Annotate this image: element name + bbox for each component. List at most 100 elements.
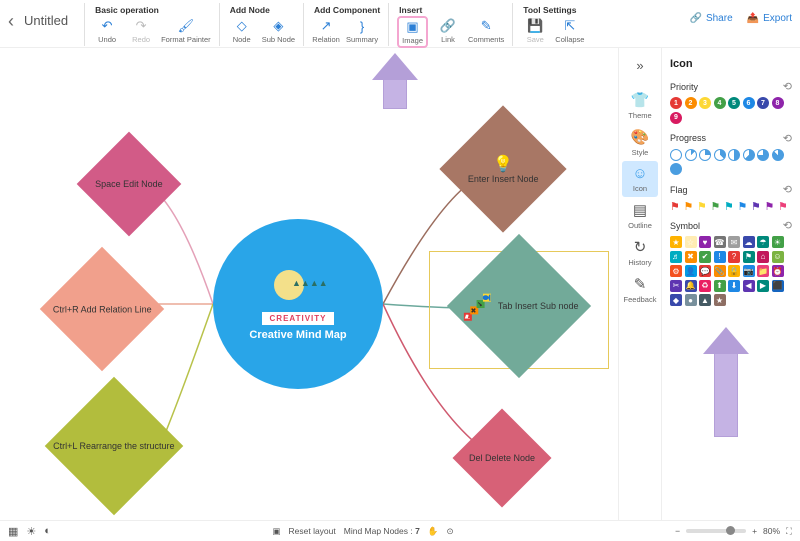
flag-icon[interactable]: ⚑ xyxy=(738,200,749,211)
symbol-icon[interactable]: ! xyxy=(714,251,726,263)
reset-layout-button[interactable]: Reset layout xyxy=(289,526,336,536)
symbol-icon[interactable]: ★ xyxy=(670,236,682,248)
symbol-icon[interactable]: ● xyxy=(685,294,697,306)
priority-icon[interactable]: 9 xyxy=(670,112,682,124)
locate-icon[interactable]: ⊙ xyxy=(446,526,453,537)
symbol-icon[interactable]: ✉ xyxy=(728,236,740,248)
grid-toggle-icon[interactable]: ▦ xyxy=(8,525,18,538)
save-button[interactable]: 💾Save xyxy=(521,18,549,44)
collapse-button[interactable]: ⇱Collapse xyxy=(555,18,584,44)
priority-icon[interactable]: 7 xyxy=(757,97,769,109)
symbol-icon[interactable]: ☺ xyxy=(772,251,784,263)
symbol-icon[interactable]: ☀ xyxy=(772,236,784,248)
symbol-icon[interactable]: 🔔 xyxy=(685,280,697,292)
zoom-out-button[interactable]: − xyxy=(675,526,680,536)
symbol-icon[interactable]: 📁 xyxy=(757,265,769,277)
symbol-icon[interactable]: ⬆ xyxy=(714,280,726,292)
reset-priority-button[interactable]: ⟲ xyxy=(783,80,792,93)
mindmap-canvas[interactable]: Space Edit Node Ctrl+R Add Relation Line… xyxy=(0,48,618,520)
back-button[interactable]: ‹ xyxy=(8,3,24,32)
progress-icon[interactable] xyxy=(670,149,682,161)
format-painter-button[interactable]: 🖌Format Painter xyxy=(161,18,211,44)
flag-icon[interactable]: ⚑ xyxy=(711,200,722,211)
share-button[interactable]: 🔗Share xyxy=(690,13,733,24)
flag-icon[interactable]: ⚑ xyxy=(765,200,776,211)
priority-icon[interactable]: 6 xyxy=(743,97,755,109)
symbol-icon[interactable]: ★ xyxy=(714,294,726,306)
priority-icon[interactable]: 2 xyxy=(685,97,697,109)
flag-icon[interactable]: ⚑ xyxy=(751,200,762,211)
zoom-slider[interactable] xyxy=(686,529,746,533)
flag-icon[interactable]: ⚑ xyxy=(684,200,695,211)
tab-theme[interactable]: 👕Theme xyxy=(622,87,659,124)
brightness-icon[interactable]: ☀ xyxy=(26,525,36,538)
symbol-icon[interactable]: ⏰ xyxy=(772,265,784,277)
tab-style[interactable]: 🎨Style xyxy=(622,124,659,161)
mindmap-node[interactable]: Ctrl+L Rearrange the structure xyxy=(45,377,184,516)
symbol-icon[interactable]: ⬇ xyxy=(728,280,740,292)
priority-icon[interactable]: 1 xyxy=(670,97,682,109)
pan-icon[interactable]: ✋ xyxy=(428,526,439,537)
symbol-icon[interactable]: 👤 xyxy=(685,265,697,277)
mindmap-node[interactable]: ⚑✖✔👤Tab Insert Sub node xyxy=(447,234,591,378)
redo-button[interactable]: ↷Redo xyxy=(127,18,155,44)
symbol-icon[interactable]: ◀ xyxy=(743,280,755,292)
mindmap-center-node[interactable]: ▲▲▲▲ CREATIVITY Creative Mind Map xyxy=(213,219,383,389)
flag-icon[interactable]: ⚑ xyxy=(724,200,735,211)
tab-history[interactable]: ↻History xyxy=(622,234,659,271)
tab-feedback[interactable]: ✎Feedback xyxy=(622,271,659,308)
symbol-icon[interactable]: 📎 xyxy=(714,265,726,277)
symbol-icon[interactable]: ▲ xyxy=(699,294,711,306)
priority-icon[interactable]: 4 xyxy=(714,97,726,109)
progress-icon[interactable] xyxy=(685,149,697,161)
progress-icon[interactable] xyxy=(772,149,784,161)
reset-layout-icon[interactable]: ▣ xyxy=(272,526,280,537)
symbol-icon[interactable]: ✖ xyxy=(685,251,697,263)
export-button[interactable]: 📤Export xyxy=(747,13,792,24)
progress-icon[interactable] xyxy=(670,163,682,175)
flag-icon[interactable]: ⚑ xyxy=(778,200,789,211)
symbol-icon[interactable]: ⬛ xyxy=(772,280,784,292)
symbol-icon[interactable]: ☎ xyxy=(714,236,726,248)
reset-progress-button[interactable]: ⟲ xyxy=(783,132,792,145)
symbol-icon[interactable]: ⌂ xyxy=(757,251,769,263)
symbol-icon[interactable]: 💬 xyxy=(699,265,711,277)
priority-icon[interactable]: 8 xyxy=(772,97,784,109)
node-button[interactable]: ◇Node xyxy=(228,18,256,44)
mindmap-node[interactable]: Space Edit Node xyxy=(77,132,182,237)
reset-symbol-button[interactable]: ⟲ xyxy=(783,219,792,232)
symbol-icon[interactable]: ☁ xyxy=(743,236,755,248)
tab-outline[interactable]: ▤Outline xyxy=(622,197,659,234)
subnode-button[interactable]: ◈Sub Node xyxy=(262,18,295,44)
reset-flag-button[interactable]: ⟲ xyxy=(783,183,792,196)
theme-toggle-icon[interactable]: ◐ xyxy=(44,525,51,538)
progress-icon[interactable] xyxy=(699,149,711,161)
progress-icon[interactable] xyxy=(714,149,726,161)
symbol-icon[interactable]: ☆ xyxy=(685,236,697,248)
comments-button[interactable]: ✎Comments xyxy=(468,18,504,46)
symbol-icon[interactable]: ⚙ xyxy=(670,265,682,277)
priority-icon[interactable]: 3 xyxy=(699,97,711,109)
flag-icon[interactable]: ⚑ xyxy=(697,200,708,211)
mindmap-node[interactable]: 💡Enter Insert Node xyxy=(439,105,566,232)
symbol-icon[interactable]: ▶ xyxy=(757,280,769,292)
summary-button[interactable]: }Summary xyxy=(346,18,378,44)
relation-button[interactable]: ↗Relation xyxy=(312,18,340,44)
progress-icon[interactable] xyxy=(728,149,740,161)
document-title[interactable]: Untitled xyxy=(24,3,84,28)
undo-button[interactable]: ↶Undo xyxy=(93,18,121,44)
mindmap-node[interactable]: Ctrl+R Add Relation Line xyxy=(40,247,164,371)
symbol-icon[interactable]: ♻ xyxy=(699,280,711,292)
progress-icon[interactable] xyxy=(757,149,769,161)
image-button[interactable]: ▣Image xyxy=(397,16,428,48)
mindmap-node[interactable]: Del Delete Node xyxy=(453,409,552,508)
progress-icon[interactable] xyxy=(743,149,755,161)
symbol-icon[interactable]: ◆ xyxy=(670,294,682,306)
symbol-icon[interactable]: ☂ xyxy=(757,236,769,248)
fullscreen-icon[interactable]: ⛶ xyxy=(786,526,792,537)
link-button[interactable]: 🔗Link xyxy=(434,18,462,46)
symbol-icon[interactable]: ? xyxy=(728,251,740,263)
symbol-icon[interactable]: 📷 xyxy=(743,265,755,277)
symbol-icon[interactable]: ✂ xyxy=(670,280,682,292)
collapse-panel-button[interactable]: » xyxy=(636,58,643,73)
